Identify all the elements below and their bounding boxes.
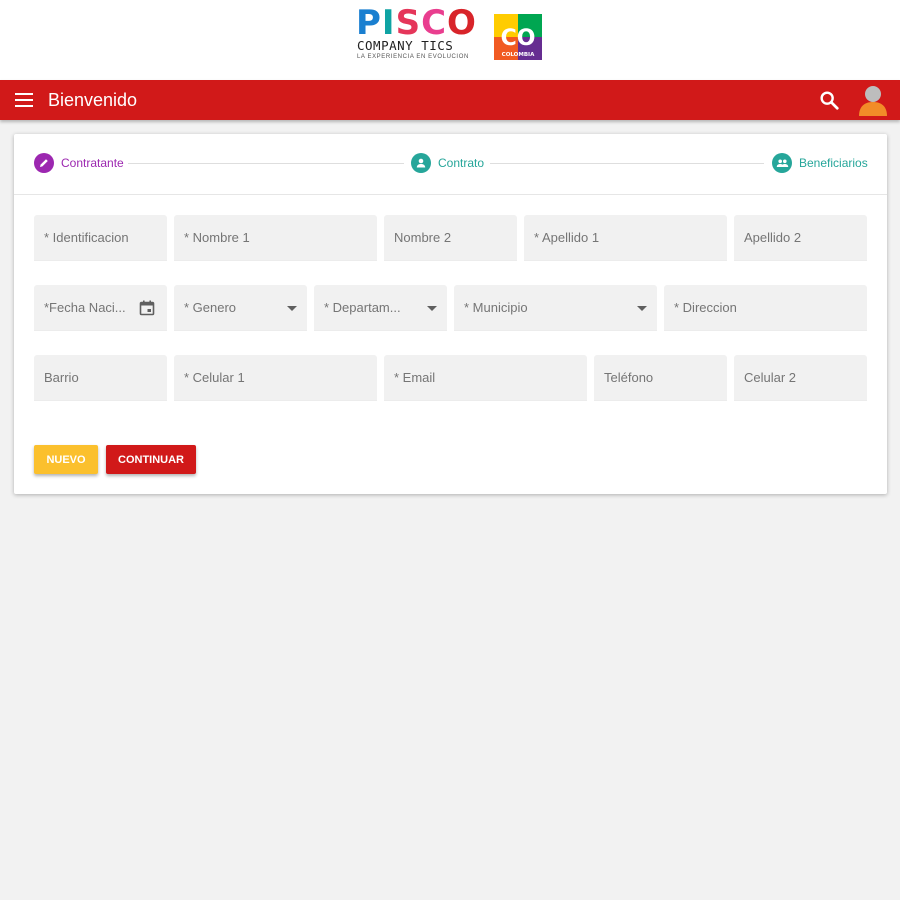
logo-letter: O <box>447 3 477 43</box>
genero-select[interactable]: * Genero <box>174 285 307 331</box>
field-placeholder: Barrio <box>44 370 79 385</box>
step-contrato[interactable]: Contrato <box>411 152 484 174</box>
identificacion-input[interactable]: * Identificacion <box>34 215 167 261</box>
telefono-input[interactable]: Teléfono <box>594 355 727 401</box>
calendar-icon[interactable] <box>139 300 155 316</box>
logo-subtitle: COMPANY TICS <box>357 38 454 53</box>
step-label-contratante: Contratante <box>61 156 124 170</box>
direccion-input[interactable]: * Direccion <box>664 285 867 331</box>
nombre-2-input[interactable]: Nombre 2 <box>384 215 517 261</box>
field-placeholder: Nombre 2 <box>394 230 452 245</box>
logo-bar: PISCO COMPANY TICS LA EXPERIENCIA EN EVO… <box>0 0 900 80</box>
colombia-co-badge: CO COLOMBIA <box>494 14 542 60</box>
field-placeholder: * Genero <box>184 300 237 315</box>
search-icon[interactable] <box>818 89 840 111</box>
pencil-icon <box>34 153 54 173</box>
field-placeholder: * Departam... <box>324 300 401 315</box>
group-icon <box>772 153 792 173</box>
field-placeholder: Teléfono <box>604 370 654 385</box>
nombre-1-input[interactable]: * Nombre 1 <box>174 215 377 261</box>
stepper-connector <box>490 163 764 164</box>
step-contratante[interactable]: Contratante <box>34 152 124 174</box>
celular-1-input[interactable]: * Celular 1 <box>174 355 377 401</box>
stepper-connector <box>128 163 404 164</box>
dropdown-arrow-icon <box>637 306 647 311</box>
nuevo-button[interactable]: NUEVO <box>34 445 98 474</box>
company-logo: PISCO COMPANY TICS LA EXPERIENCIA EN EVO… <box>356 6 546 66</box>
logo-letter: S <box>395 3 422 43</box>
app-bar: Bienvenido <box>0 80 900 120</box>
field-placeholder: * Identificacion <box>44 230 129 245</box>
menu-icon[interactable] <box>15 92 33 108</box>
continuar-button[interactable]: CONTINUAR <box>106 445 196 474</box>
logo-tagline: LA EXPERIENCIA EN EVOLUCION <box>357 54 469 60</box>
field-placeholder: * Municipio <box>464 300 528 315</box>
dropdown-arrow-icon <box>287 306 297 311</box>
field-placeholder: *Fecha Naci... <box>44 300 126 315</box>
field-placeholder: * Apellido 1 <box>534 230 600 245</box>
logo-wordmark: PISCO <box>356 6 477 40</box>
logo-letter: I <box>381 3 396 43</box>
apellido-2-input[interactable]: Apellido 2 <box>734 215 867 261</box>
field-placeholder: * Email <box>394 370 436 385</box>
field-placeholder: Celular 2 <box>744 370 797 385</box>
logo-letter: C <box>421 3 448 43</box>
fecha-nacimiento-date-input[interactable]: *Fecha Naci... <box>34 285 167 331</box>
celular-2-input[interactable]: Celular 2 <box>734 355 867 401</box>
user-avatar-icon[interactable] <box>856 83 890 117</box>
step-label-beneficiarios: Beneficiarios <box>799 156 868 170</box>
field-placeholder: Apellido 2 <box>744 230 802 245</box>
app-title: Bienvenido <box>48 90 138 110</box>
barrio-input[interactable]: Barrio <box>34 355 167 401</box>
step-label-contrato: Contrato <box>438 156 485 170</box>
person-icon <box>411 153 431 173</box>
field-placeholder: * Nombre 1 <box>184 230 250 245</box>
municipio-select[interactable]: * Municipio <box>454 285 657 331</box>
apellido-1-input[interactable]: * Apellido 1 <box>524 215 727 261</box>
logo-letter: P <box>356 3 382 43</box>
field-placeholder: * Celular 1 <box>184 370 245 385</box>
badge-text: CO <box>501 26 536 51</box>
field-placeholder: * Direccion <box>674 300 737 315</box>
badge-subtext: COLOMBIA <box>502 52 535 58</box>
dropdown-arrow-icon <box>427 306 437 311</box>
email-input[interactable]: * Email <box>384 355 587 401</box>
card-divider <box>14 194 887 195</box>
departamento-select[interactable]: * Departam... <box>314 285 447 331</box>
step-beneficiarios[interactable]: Beneficiarios <box>772 152 868 174</box>
